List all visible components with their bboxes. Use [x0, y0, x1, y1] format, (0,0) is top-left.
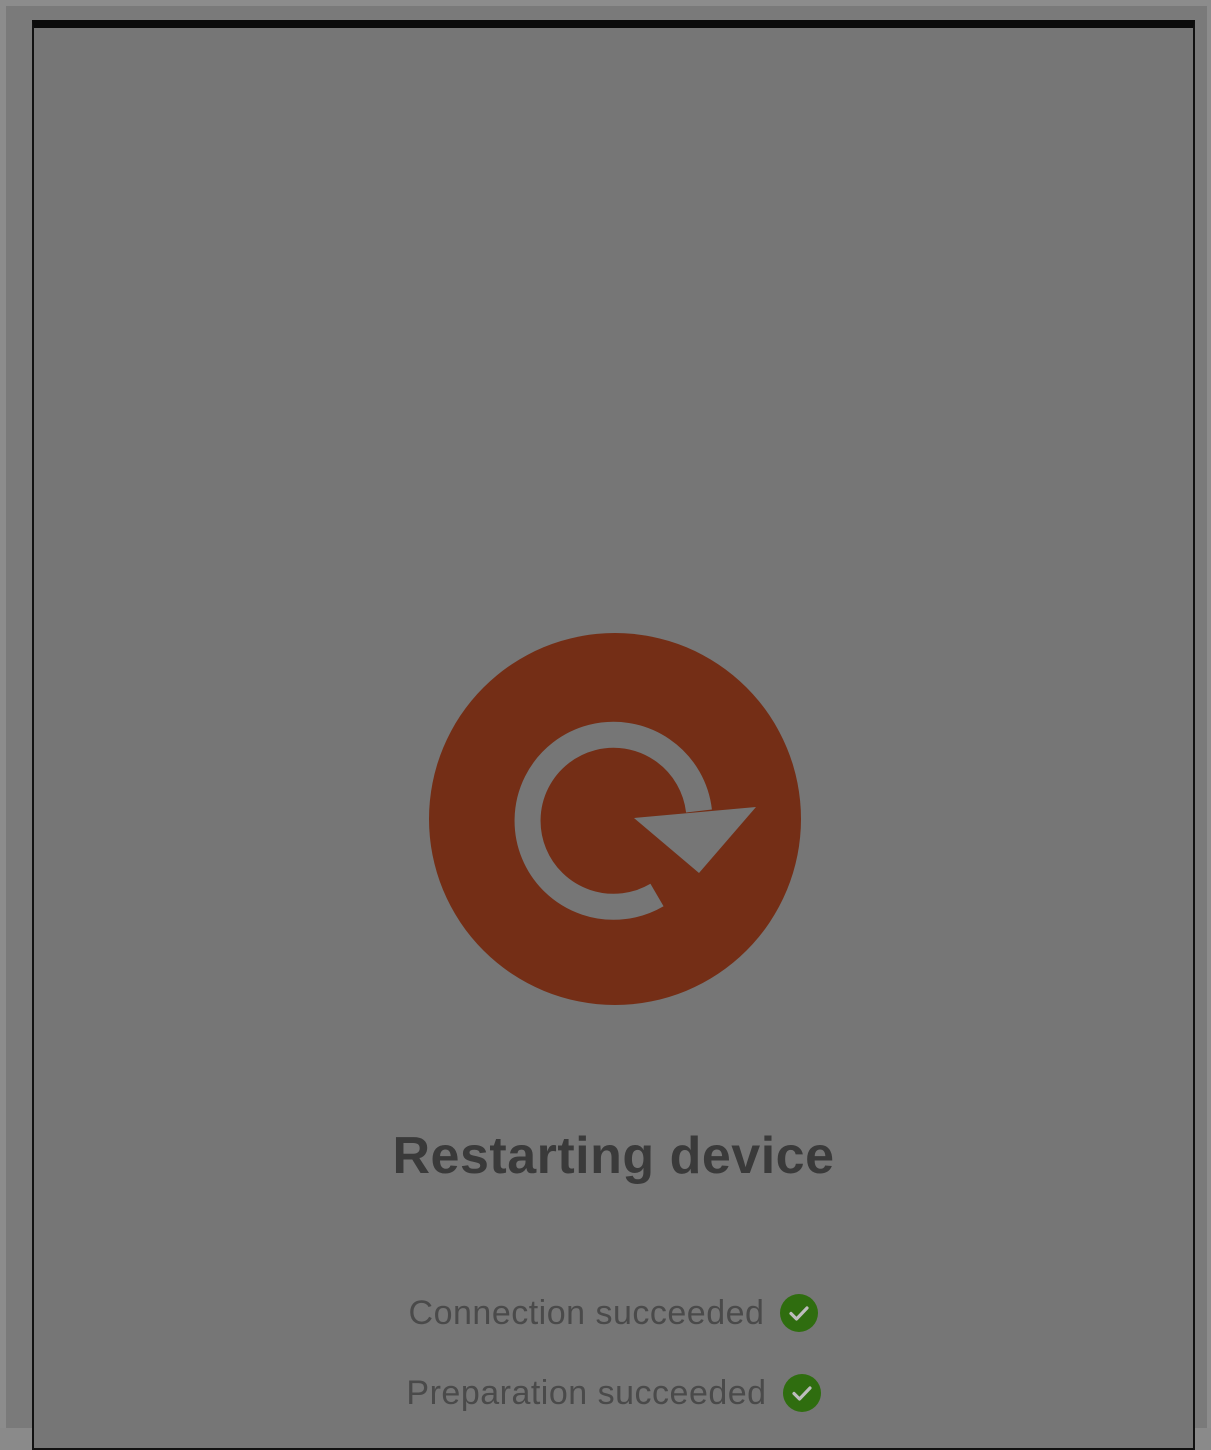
status-label: Connection succeeded — [408, 1293, 765, 1332]
status-list: Connection succeeded Preparation succeed… — [34, 1273, 1193, 1433]
check-circle-icon — [782, 1374, 821, 1412]
device-frame: Restarting device Connection succeeded P… — [0, 0, 1211, 1450]
status-item-connection: Connection succeeded — [34, 1273, 1193, 1353]
check-circle-icon — [780, 1294, 819, 1332]
restart-icon — [429, 633, 801, 1005]
page-title: Restarting device — [392, 1127, 835, 1185]
status-item-preparation: Preparation succeeded — [34, 1353, 1193, 1433]
device-screen: Restarting device Connection succeeded P… — [32, 20, 1195, 1450]
status-label: Preparation succeeded — [406, 1373, 767, 1412]
